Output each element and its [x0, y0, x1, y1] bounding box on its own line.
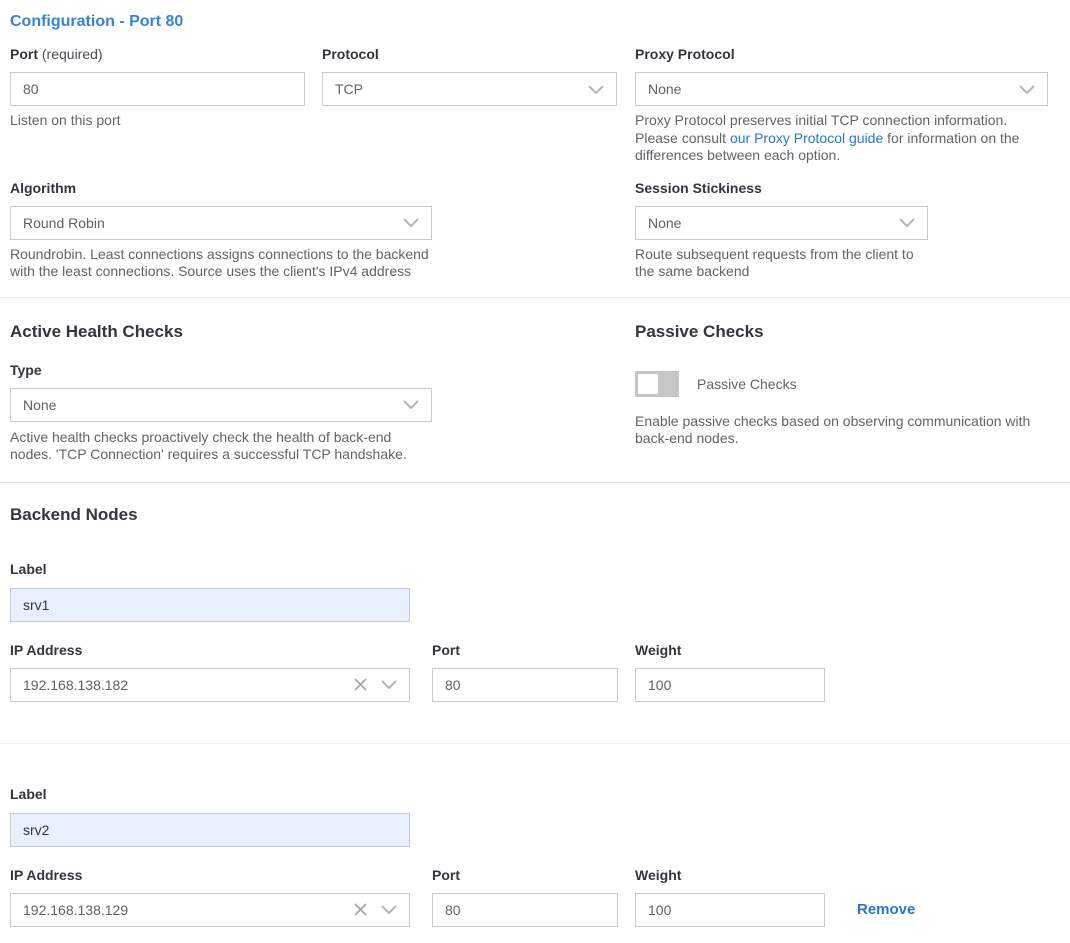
protocol-label: Protocol — [322, 47, 617, 61]
node-address-row: IP Address 192.168.138.182 Port — [10, 643, 1070, 702]
node-label-input[interactable] — [10, 813, 410, 847]
protocol-value: TCP — [335, 81, 363, 97]
passive-checks: Passive Checks Passive Checks Enable pas… — [635, 322, 1048, 448]
required-note: (required) — [42, 46, 103, 62]
remove-node-button[interactable]: Remove — [857, 893, 915, 927]
node-port-label: Port — [432, 868, 618, 882]
chevron-down-icon — [1019, 85, 1035, 94]
section-divider — [0, 482, 1070, 483]
node-label-field: Label — [10, 562, 1070, 622]
node-weight-input[interactable] — [635, 668, 825, 702]
proxy-protocol-label: Proxy Protocol — [635, 47, 1048, 61]
protocol-select[interactable]: TCP — [322, 72, 617, 106]
port-helper: Listen on this port — [10, 112, 305, 130]
health-check-type-select[interactable]: None — [10, 388, 432, 422]
port-input[interactable] — [10, 72, 305, 106]
node-weight-label: Weight — [635, 643, 825, 657]
passive-checks-helper: Enable passive checks based on observing… — [635, 413, 1048, 448]
configuration-panel: Configuration - Port 80 Port (required) … — [0, 0, 1070, 943]
proxy-protocol-helper: Proxy Protocol preserves initial TCP con… — [635, 112, 1048, 165]
proxy-protocol-guide-link[interactable]: our Proxy Protocol guide — [730, 130, 883, 146]
section-divider — [0, 297, 1070, 298]
node-divider — [0, 743, 1070, 744]
chevron-down-icon — [588, 85, 604, 94]
node-label-input[interactable] — [10, 588, 410, 622]
proxy-protocol-value: None — [648, 81, 681, 97]
clear-icon[interactable] — [354, 903, 367, 916]
node-port-input[interactable] — [432, 668, 618, 702]
ip-address-value: 192.168.138.182 — [23, 677, 354, 693]
backend-node: Label IP Address 192.168.138.182 — [0, 562, 1070, 702]
active-health-checks-helper: Active health checks proactively check t… — [10, 429, 432, 464]
config-row-2: Algorithm Round Robin Roundrobin. Least … — [10, 181, 1070, 281]
chevron-down-icon[interactable] — [381, 680, 397, 689]
ip-address-label: IP Address — [10, 868, 410, 882]
node-weight-input[interactable] — [635, 893, 825, 927]
algorithm-select[interactable]: Round Robin — [10, 206, 432, 240]
node-address-row: IP Address 192.168.138.129 Port — [10, 868, 1070, 927]
passive-checks-toggle-label: Passive Checks — [697, 376, 797, 392]
type-label: Type — [10, 363, 432, 377]
session-stickiness-helper: Route subsequent requests from the clien… — [635, 246, 928, 281]
chevron-down-icon[interactable] — [381, 905, 397, 914]
protocol-field: Protocol TCP — [322, 47, 617, 106]
algorithm-label: Algorithm — [10, 181, 432, 195]
health-check-type-value: None — [23, 397, 56, 413]
node-label-label: Label — [10, 562, 410, 576]
passive-checks-toggle[interactable] — [635, 371, 679, 397]
toggle-knob-icon — [638, 374, 658, 394]
chevron-down-icon — [899, 218, 915, 227]
algorithm-helper: Roundrobin. Least connections assigns co… — [10, 246, 432, 281]
chevron-down-icon — [403, 218, 419, 227]
algorithm-value: Round Robin — [23, 215, 105, 231]
algorithm-field: Algorithm Round Robin Roundrobin. Least … — [10, 181, 432, 281]
ip-address-combobox[interactable]: 192.168.138.129 — [10, 893, 410, 927]
port-label: Port (required) — [10, 47, 305, 61]
page-title: Configuration - Port 80 — [10, 12, 1070, 31]
node-port-input[interactable] — [432, 893, 618, 927]
active-health-checks-heading: Active Health Checks — [10, 322, 432, 342]
session-stickiness-field: Session Stickiness None Route subsequent… — [635, 181, 928, 281]
clear-icon[interactable] — [354, 678, 367, 691]
ip-address-label: IP Address — [10, 643, 410, 657]
port-field: Port (required) Listen on this port — [10, 47, 305, 130]
node-label-field: Label — [10, 787, 1070, 847]
passive-checks-toggle-row: Passive Checks — [635, 371, 1048, 397]
config-row-1: Port (required) Listen on this port Prot… — [10, 47, 1070, 165]
health-checks-section: Active Health Checks Type None Active he… — [10, 322, 1070, 464]
passive-checks-heading: Passive Checks — [635, 322, 1048, 342]
ip-address-combobox[interactable]: 192.168.138.182 — [10, 668, 410, 702]
backend-nodes-heading: Backend Nodes — [10, 505, 1070, 525]
session-stickiness-value: None — [648, 215, 681, 231]
active-health-checks: Active Health Checks Type None Active he… — [10, 322, 432, 464]
chevron-down-icon — [403, 400, 419, 409]
proxy-protocol-select[interactable]: None — [635, 72, 1048, 106]
session-stickiness-label: Session Stickiness — [635, 181, 928, 195]
node-port-label: Port — [432, 643, 618, 657]
node-weight-label: Weight — [635, 868, 825, 882]
session-stickiness-select[interactable]: None — [635, 206, 928, 240]
proxy-protocol-field: Proxy Protocol None Proxy Protocol prese… — [635, 47, 1048, 165]
ip-address-value: 192.168.138.129 — [23, 902, 354, 918]
backend-node: Label IP Address 192.168.138.129 — [0, 787, 1070, 927]
node-label-label: Label — [10, 787, 410, 801]
